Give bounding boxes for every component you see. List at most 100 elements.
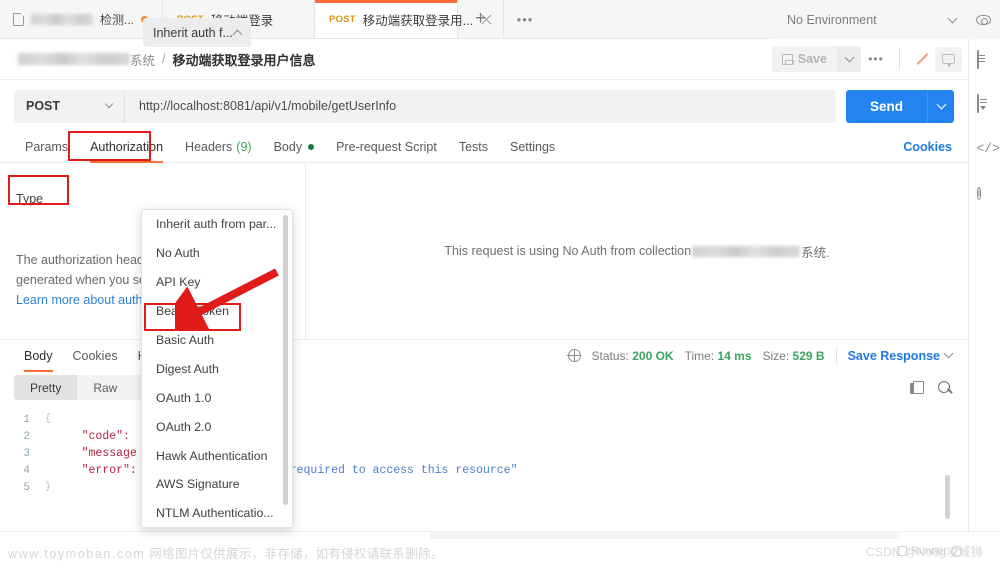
runner-status-item[interactable]: Runner ? xyxy=(897,545,962,557)
chevron-down-icon xyxy=(105,100,113,108)
document-icon xyxy=(13,13,24,26)
close-icon[interactable] xyxy=(480,13,493,26)
divider xyxy=(836,348,837,364)
comment-icon xyxy=(977,94,979,113)
time-value: 14 ms xyxy=(717,349,751,363)
fold-marker[interactable]: { xyxy=(42,414,54,425)
chevron-down-icon xyxy=(944,349,954,359)
auth-type-dropdown-menu[interactable]: Inherit auth from par... No Auth API Key… xyxy=(141,209,293,528)
copy-icon[interactable] xyxy=(910,381,922,394)
chevron-up-icon xyxy=(233,30,243,40)
breadcrumb-collection-suffix: 系统 xyxy=(130,50,155,69)
http-method-select[interactable]: POST xyxy=(14,90,124,123)
tab-headers-label: Headers xyxy=(185,140,232,154)
save-icon xyxy=(782,54,793,65)
globe-icon xyxy=(568,349,581,362)
line-number: 3 xyxy=(0,448,42,460)
response-time: Time: 14 ms xyxy=(685,349,752,363)
fold-marker[interactable]: } xyxy=(42,482,54,493)
divider xyxy=(899,48,900,70)
auth-inherit-message-prefix: This request is using No Auth from colle… xyxy=(444,244,691,258)
menu-item-inherit-auth[interactable]: Inherit auth from par... xyxy=(142,210,292,239)
tab-collection-label-redacted xyxy=(31,14,93,25)
environment-quick-look-button[interactable] xyxy=(966,0,1000,39)
menu-item-no-auth[interactable]: No Auth xyxy=(142,239,292,268)
send-options-button[interactable] xyxy=(927,90,954,123)
save-button[interactable]: Save xyxy=(772,46,837,72)
body-present-dot-icon xyxy=(308,144,314,150)
response-meta: Status: 200 OK Time: 14 ms Size: 529 B S… xyxy=(568,348,968,364)
tab-params[interactable]: Params xyxy=(14,132,79,163)
tab-collection-label-suffix: 检测... xyxy=(100,11,134,28)
info-button[interactable]: i xyxy=(977,183,993,199)
status-bar-blur xyxy=(430,531,900,539)
tab-pre-request-script[interactable]: Pre-request Script xyxy=(325,132,448,163)
environment-value: No Environment xyxy=(787,13,877,27)
tab-settings[interactable]: Settings xyxy=(499,132,566,163)
response-tools xyxy=(910,381,968,395)
breadcrumb-actions: Save ••• xyxy=(772,46,968,72)
code-icon: </> xyxy=(977,141,1000,156)
documentation-button[interactable] xyxy=(977,51,993,67)
environment-selector[interactable]: No Environment xyxy=(769,0,968,39)
breadcrumb-collection-redacted[interactable] xyxy=(18,53,130,65)
eye-icon xyxy=(976,15,991,25)
menu-item-ntlm-authentication[interactable]: NTLM Authenticatio... xyxy=(142,499,292,528)
auth-type-label: Type xyxy=(16,185,43,206)
view-mode-raw[interactable]: Raw xyxy=(77,375,133,400)
line-number: 5 xyxy=(0,482,42,494)
menu-item-aws-signature[interactable]: AWS Signature xyxy=(142,470,292,499)
tab-authorization[interactable]: Authorization xyxy=(79,132,174,163)
tab-collection[interactable]: 检测... xyxy=(0,0,163,38)
comment-icon xyxy=(942,54,955,64)
status-badge: 200 OK xyxy=(632,349,673,363)
send-button[interactable]: Send xyxy=(846,90,927,123)
footer-watermark: www.toymoban.com 网络图片仅供展示，非存储，如有侵权请联系删除。 xyxy=(8,543,444,562)
request-more-button[interactable]: ••• xyxy=(861,46,891,72)
menu-item-digest-auth[interactable]: Digest Auth xyxy=(142,354,292,383)
tab-method-label: POST xyxy=(329,14,356,25)
tab-tests[interactable]: Tests xyxy=(448,132,499,163)
headers-count: (9) xyxy=(236,140,251,154)
edit-button[interactable] xyxy=(908,47,935,72)
save-response-button[interactable]: Save Response xyxy=(848,349,940,363)
tab-title: 移动端获取登录用... xyxy=(363,10,473,29)
response-tab-cookies[interactable]: Cookies xyxy=(63,340,128,372)
pencil-icon xyxy=(915,53,928,66)
auth-inherit-message-suffix: 系统. xyxy=(801,242,829,261)
view-mode-pretty[interactable]: Pretty xyxy=(14,375,77,400)
dropdown-scrollbar[interactable] xyxy=(283,215,288,505)
auth-collection-name-redacted xyxy=(692,246,800,257)
auth-inherit-message: This request is using No Auth from colle… xyxy=(306,163,968,339)
page-title: 移动端获取登录用户信息 xyxy=(173,50,316,69)
breadcrumb-separator: / xyxy=(162,52,165,66)
menu-item-hawk-authentication[interactable]: Hawk Authentication xyxy=(142,441,292,470)
tab-body[interactable]: Body xyxy=(263,132,326,163)
url-input[interactable]: http://localhost:8081/api/v1/mobile/getU… xyxy=(124,90,836,123)
comment-button[interactable] xyxy=(935,47,962,72)
postman-window: 检测... POST 移动端登录 POST 移动端获取登录用... + ••• … xyxy=(0,0,1000,564)
tab-headers[interactable]: Headers (9) xyxy=(174,132,263,163)
code-text: "code": xyxy=(54,430,137,443)
tab-overflow-button[interactable]: ••• xyxy=(504,0,546,38)
response-tab-body[interactable]: Body xyxy=(14,340,63,372)
request-tabs: Params Authorization Headers (9) Body Pr… xyxy=(0,132,968,163)
annotation-arrow xyxy=(175,268,285,330)
comments-button[interactable] xyxy=(977,95,993,111)
response-scrollbar[interactable] xyxy=(945,475,950,519)
cookies-link[interactable]: Cookies xyxy=(903,140,952,154)
info-icon: i xyxy=(977,187,982,200)
code-snippet-button[interactable]: </> xyxy=(977,139,993,155)
auth-type-select[interactable]: Inherit auth f... xyxy=(143,18,251,47)
tab-request-2-active[interactable]: POST 移动端获取登录用... xyxy=(315,0,458,38)
runner-icon xyxy=(897,546,907,556)
menu-item-oauth-2[interactable]: OAuth 2.0 xyxy=(142,412,292,441)
help-icon: ? xyxy=(951,546,962,557)
chevron-down-icon xyxy=(949,13,956,27)
line-number: 2 xyxy=(0,431,42,443)
menu-item-oauth-1[interactable]: OAuth 1.0 xyxy=(142,383,292,412)
runner-label: Runner xyxy=(911,545,947,557)
search-icon[interactable] xyxy=(938,381,952,395)
save-options-button[interactable] xyxy=(837,46,861,72)
right-sidebar: </> i xyxy=(968,39,1000,531)
